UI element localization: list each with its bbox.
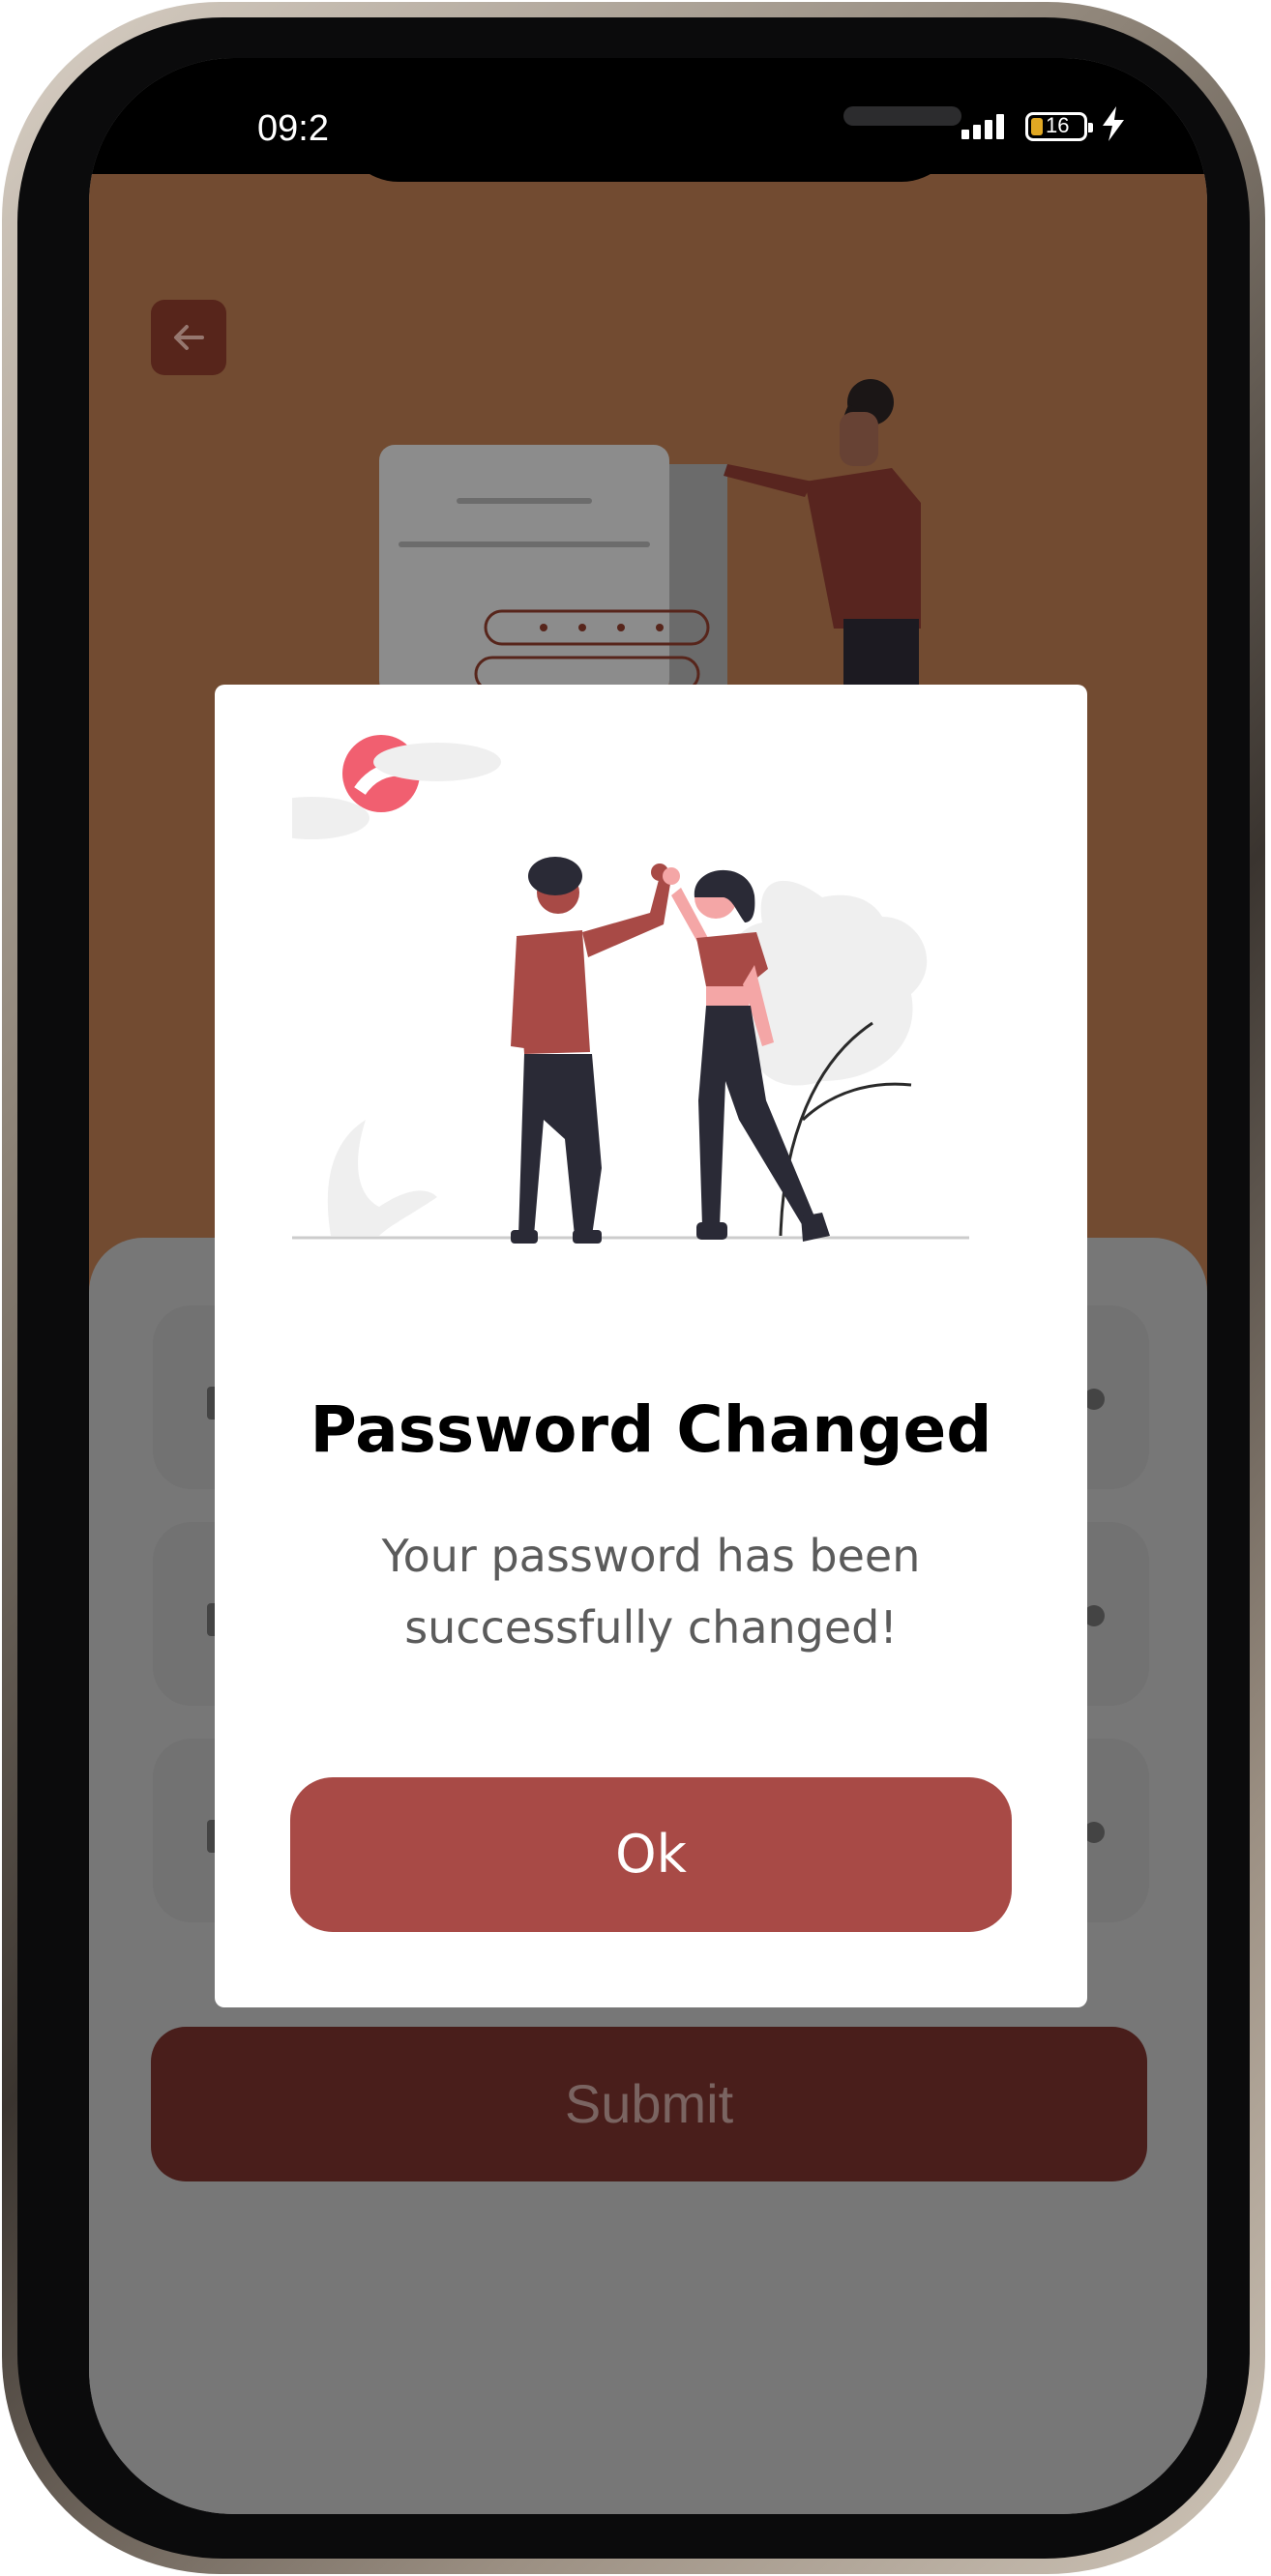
battery-level: 16 [1046,113,1070,137]
charging-icon [1103,106,1124,141]
phone-frame: Submit 09:2 16 Password Changed Your pas… [2,2,1265,2574]
dialog-title: Password Changed [310,1392,992,1467]
success-dialog: Password Changed Your password has been … [215,685,1087,2007]
ok-button[interactable]: Ok [290,1777,1012,1932]
phone-bezel: Submit 09:2 16 Password Changed Your pas… [17,17,1250,2559]
battery-icon: 16 [1025,112,1093,141]
phone-screen: Submit 09:2 16 Password Changed Your pas… [89,58,1207,2514]
high-five-illustration [292,735,969,1244]
notch [340,58,961,182]
status-time: 09:2 [257,108,329,149]
dialog-message: Your password has been successfully chan… [381,1530,921,1654]
speaker-grille [843,106,961,126]
